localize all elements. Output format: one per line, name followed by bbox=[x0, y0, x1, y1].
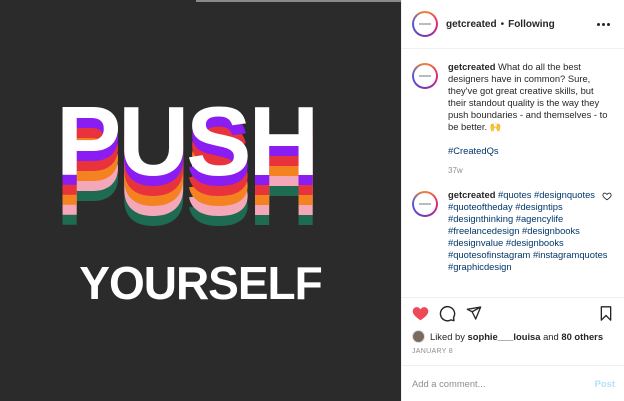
caption-avatar[interactable] bbox=[412, 63, 438, 89]
liker-username[interactable]: sophie___louisa bbox=[468, 331, 541, 342]
likes-summary: Liked by sophie___louisa and 80 others bbox=[402, 328, 624, 344]
caption: getcreated What do all the best designer… bbox=[412, 61, 614, 177]
more-horizontal-icon[interactable] bbox=[593, 19, 614, 30]
add-comment-bar: Post bbox=[402, 365, 624, 401]
post-image[interactable]: PUSH PUSH PUSH PUSH PUSH PUSH YOURSELF bbox=[0, 0, 401, 401]
comment-hashtags[interactable]: #quotes #designquotes #quoteoftheday #de… bbox=[448, 189, 607, 272]
share-icon[interactable] bbox=[466, 305, 482, 321]
comment-avatar[interactable] bbox=[412, 191, 438, 217]
caption-time[interactable]: 37w bbox=[448, 165, 614, 177]
comment-icon[interactable] bbox=[439, 305, 456, 322]
heart-filled-icon[interactable] bbox=[412, 305, 429, 322]
push-headline: PUSH bbox=[56, 86, 319, 196]
comment-input[interactable] bbox=[412, 378, 595, 389]
header-username[interactable]: getcreated bbox=[446, 19, 497, 30]
post-comment-button[interactable]: Post bbox=[595, 378, 615, 389]
comment-item: getcreated #quotes #designquotes #quoteo… bbox=[412, 189, 614, 273]
likes-others-link[interactable]: 80 others bbox=[561, 331, 603, 342]
avatar[interactable] bbox=[412, 11, 438, 37]
post-header: getcreated • Following bbox=[402, 0, 624, 49]
likes-middle: and bbox=[543, 330, 559, 342]
follow-status-button[interactable]: Following bbox=[508, 19, 555, 30]
liker-avatar[interactable] bbox=[412, 329, 425, 343]
caption-hashtag[interactable]: #CreatedQs bbox=[448, 145, 499, 156]
caption-username[interactable]: getcreated bbox=[448, 61, 495, 72]
image-top-strip bbox=[196, 0, 401, 2]
likes-prefix: Liked by bbox=[430, 330, 465, 342]
post-side-panel: getcreated • Following getcreated What d… bbox=[401, 0, 624, 401]
comment-like-icon[interactable] bbox=[602, 191, 612, 201]
comment-username[interactable]: getcreated bbox=[448, 189, 495, 200]
post-actions bbox=[402, 298, 624, 328]
post-date[interactable]: JANUARY 8 bbox=[402, 344, 624, 364]
push-graphic: PUSH PUSH PUSH PUSH PUSH PUSH bbox=[56, 92, 356, 262]
comments-section[interactable]: getcreated What do all the best designer… bbox=[402, 49, 624, 298]
bookmark-icon[interactable] bbox=[598, 305, 614, 322]
header-separator: • bbox=[500, 18, 505, 30]
yourself-subline: YOURSELF bbox=[79, 257, 322, 309]
